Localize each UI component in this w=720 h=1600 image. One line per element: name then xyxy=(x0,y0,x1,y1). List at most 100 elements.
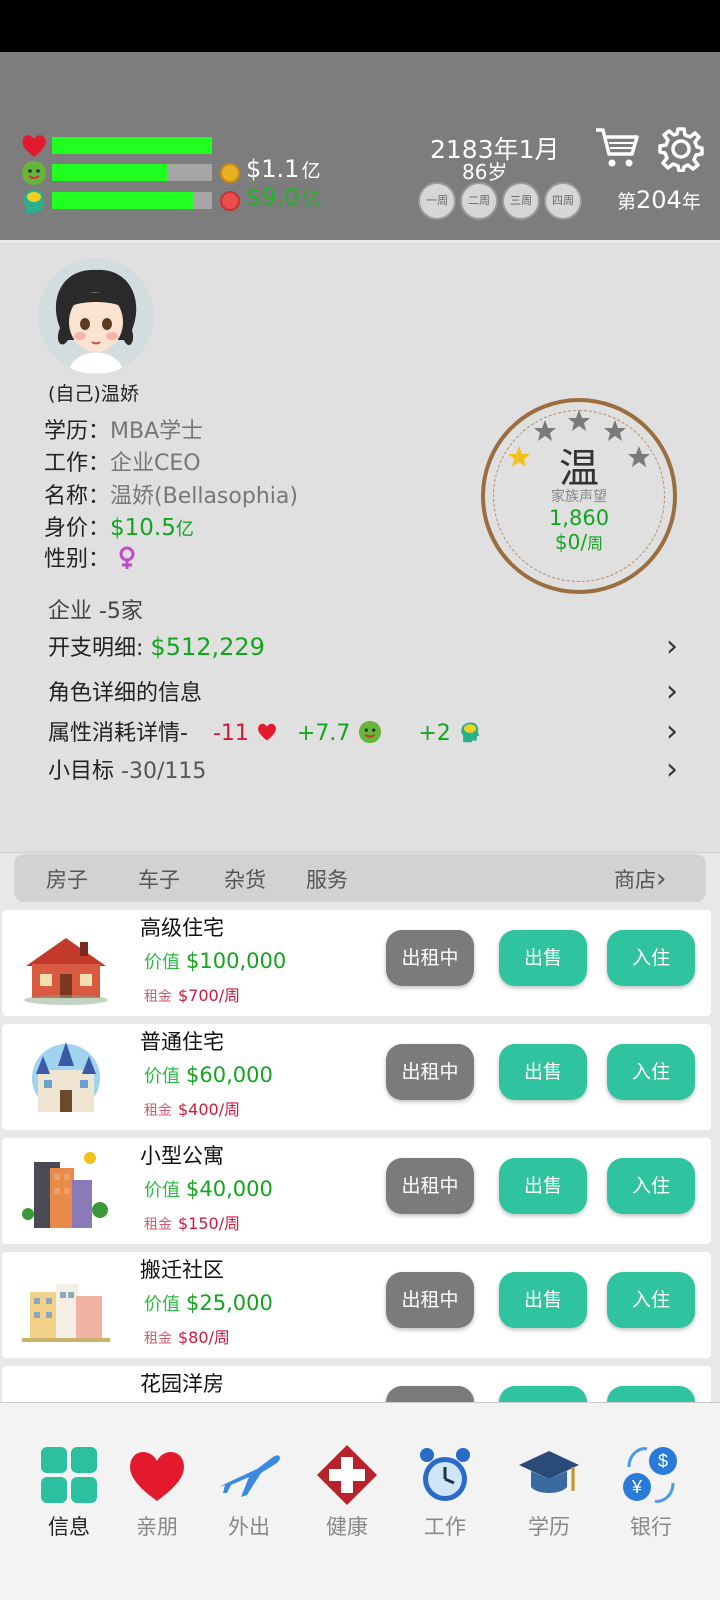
move-in-button[interactable]: 入住 xyxy=(607,1158,695,1214)
nav-health[interactable]: 健康 xyxy=(302,1443,392,1541)
attribute-label: 属性消耗详情- xyxy=(48,721,188,746)
apartment-building-icon xyxy=(22,1152,108,1228)
nav-bank[interactable]: $ ¥ 银行 xyxy=(606,1443,696,1541)
sell-button[interactable]: 出售 xyxy=(499,930,587,986)
education-line: 学历：MBA学士 xyxy=(44,413,203,445)
age-label: 86岁 xyxy=(462,160,508,184)
move-in-button[interactable]: 入住 xyxy=(607,1044,695,1100)
gold-coin-icon xyxy=(220,163,240,183)
brain-icon xyxy=(23,189,45,213)
nav-friends[interactable]: 亲朋 xyxy=(112,1443,202,1541)
rent-label: 租金 xyxy=(144,1331,172,1347)
title-value: 温娇(Bellasophia) xyxy=(110,484,298,509)
renting-button[interactable]: 出租中 xyxy=(386,930,474,986)
year-value: 204 xyxy=(636,186,682,214)
cash-value: $1.1 xyxy=(246,155,300,183)
property-rent: 租金 $400/周 xyxy=(144,1096,240,1120)
expense-details-row[interactable]: 开支明细: $512,229 › xyxy=(48,630,678,666)
property-value: 价值 $100,000 xyxy=(144,948,286,974)
property-rent: 租金 $150/周 xyxy=(144,1210,240,1234)
nav-info-label: 信息 xyxy=(48,1515,90,1539)
family-reputation-seal[interactable]: 温 家族声望 1,860 $0/周 xyxy=(481,398,677,594)
chevron-right-icon: › xyxy=(666,629,678,664)
week-4-button[interactable]: 四周 xyxy=(544,182,582,220)
sell-button[interactable]: 出售 xyxy=(499,1158,587,1214)
nav-friends-label: 亲朋 xyxy=(136,1515,178,1539)
job-line: 工作：企业CEO xyxy=(44,445,201,477)
year-counter: 第204年 xyxy=(617,186,701,214)
mind-change: +2 xyxy=(418,721,451,746)
mind-bar xyxy=(52,192,212,209)
chevron-right-icon: › xyxy=(666,752,678,787)
castle-house-icon xyxy=(32,1042,100,1112)
goal-value: -30/115 xyxy=(121,759,207,784)
week-3-button[interactable]: 三周 xyxy=(502,182,540,220)
move-in-button[interactable]: 入住 xyxy=(607,1272,695,1328)
chevron-right-icon: › xyxy=(656,864,667,894)
week-2-button[interactable]: 二周 xyxy=(460,182,498,220)
svg-text:¥: ¥ xyxy=(631,1477,643,1497)
worth-line: 身价：$10.5亿 xyxy=(44,510,194,542)
value-label: 价值 xyxy=(144,1066,180,1087)
nav-work[interactable]: 工作 xyxy=(400,1443,490,1541)
avatar[interactable] xyxy=(38,258,154,374)
nav-info[interactable]: 信息 xyxy=(24,1443,114,1541)
weekly-income-unit: 周 xyxy=(587,534,604,553)
rent-label: 租金 xyxy=(144,1217,172,1233)
value-amount: $40,000 xyxy=(186,1177,273,1201)
sell-button[interactable]: 出售 xyxy=(499,1044,587,1100)
rent-amount: $80/周 xyxy=(178,1328,230,1347)
profile-panel: (自己)温娇 学历：MBA学士 工作：企业CEO 名称：温娇(Bellasoph… xyxy=(0,243,720,853)
value-label: 价值 xyxy=(144,1294,180,1315)
title-line: 名称：温娇(Bellasophia) xyxy=(44,478,298,510)
week-1-button[interactable]: 一周 xyxy=(418,182,456,220)
property-card: 小型公寓 价值 $40,000 租金 $150/周 出租中 出售 入住 xyxy=(2,1138,711,1244)
shop-label: 商店 xyxy=(614,868,656,892)
health-bar xyxy=(52,137,212,154)
renting-button[interactable]: 出租中 xyxy=(386,1044,474,1100)
goal-label: 小目标 xyxy=(48,759,115,784)
cash-unit: 亿 xyxy=(301,160,321,182)
rent-amount: $150/周 xyxy=(178,1214,241,1233)
sell-button[interactable]: 出售 xyxy=(499,1272,587,1328)
nav-education[interactable]: 学历 xyxy=(504,1443,594,1541)
renting-button[interactable]: 出租中 xyxy=(386,1272,474,1328)
move-in-button[interactable]: 入住 xyxy=(607,930,695,986)
character-details-row[interactable]: 角色详细的信息 › xyxy=(48,675,678,711)
medical-cross-icon xyxy=(317,1445,377,1505)
nav-outing[interactable]: 外出 xyxy=(204,1443,294,1541)
svg-text:$: $ xyxy=(658,1451,668,1471)
weekly-income-value: $0/ xyxy=(554,530,588,554)
value-amount: $60,000 xyxy=(186,1063,273,1087)
shop-link[interactable]: 商店› xyxy=(614,864,666,894)
seal-label: 家族声望 xyxy=(551,489,607,505)
tab-groceries[interactable]: 杂货 xyxy=(224,864,266,894)
gear-icon[interactable] xyxy=(658,126,704,172)
property-card: 高级住宅 价值 $100,000 租金 $700/周 出租中 出售 入住 xyxy=(2,910,711,1016)
nav-education-label: 学历 xyxy=(528,1515,570,1539)
category-tabs: 房子 车子 杂货 服务 商店› xyxy=(14,854,706,902)
property-rent: 租金 $80/周 xyxy=(144,1324,230,1348)
graduation-cap-icon xyxy=(519,1451,579,1493)
tab-services[interactable]: 服务 xyxy=(306,864,348,894)
airplane-icon xyxy=(219,1455,280,1497)
shopping-cart-icon[interactable] xyxy=(594,126,640,170)
savings-unit: 亿 xyxy=(301,188,321,210)
mood-bar xyxy=(52,164,212,181)
nav-work-label: 工作 xyxy=(424,1515,466,1539)
tab-car[interactable]: 车子 xyxy=(138,864,180,894)
tab-house[interactable]: 房子 xyxy=(46,864,88,894)
property-name: 小型公寓 xyxy=(140,1144,224,1168)
small-goal-row[interactable]: 小目标 -30/115 › xyxy=(48,753,678,789)
brain-icon xyxy=(461,722,480,743)
heart-icon xyxy=(257,723,276,741)
rent-label: 租金 xyxy=(144,989,172,1005)
enterprise-count: 企业 -5家 xyxy=(48,599,143,624)
currency-exchange-icon: $ ¥ xyxy=(623,1447,677,1503)
title-label: 名称： xyxy=(44,484,111,509)
attribute-consumption-row[interactable]: 属性消耗详情- -11 +7.7 +2 › xyxy=(48,715,678,751)
value-label: 价值 xyxy=(144,1180,180,1201)
face-icon xyxy=(22,161,46,185)
details-label: 角色详细的信息 xyxy=(48,681,203,706)
renting-button[interactable]: 出租中 xyxy=(386,1158,474,1214)
